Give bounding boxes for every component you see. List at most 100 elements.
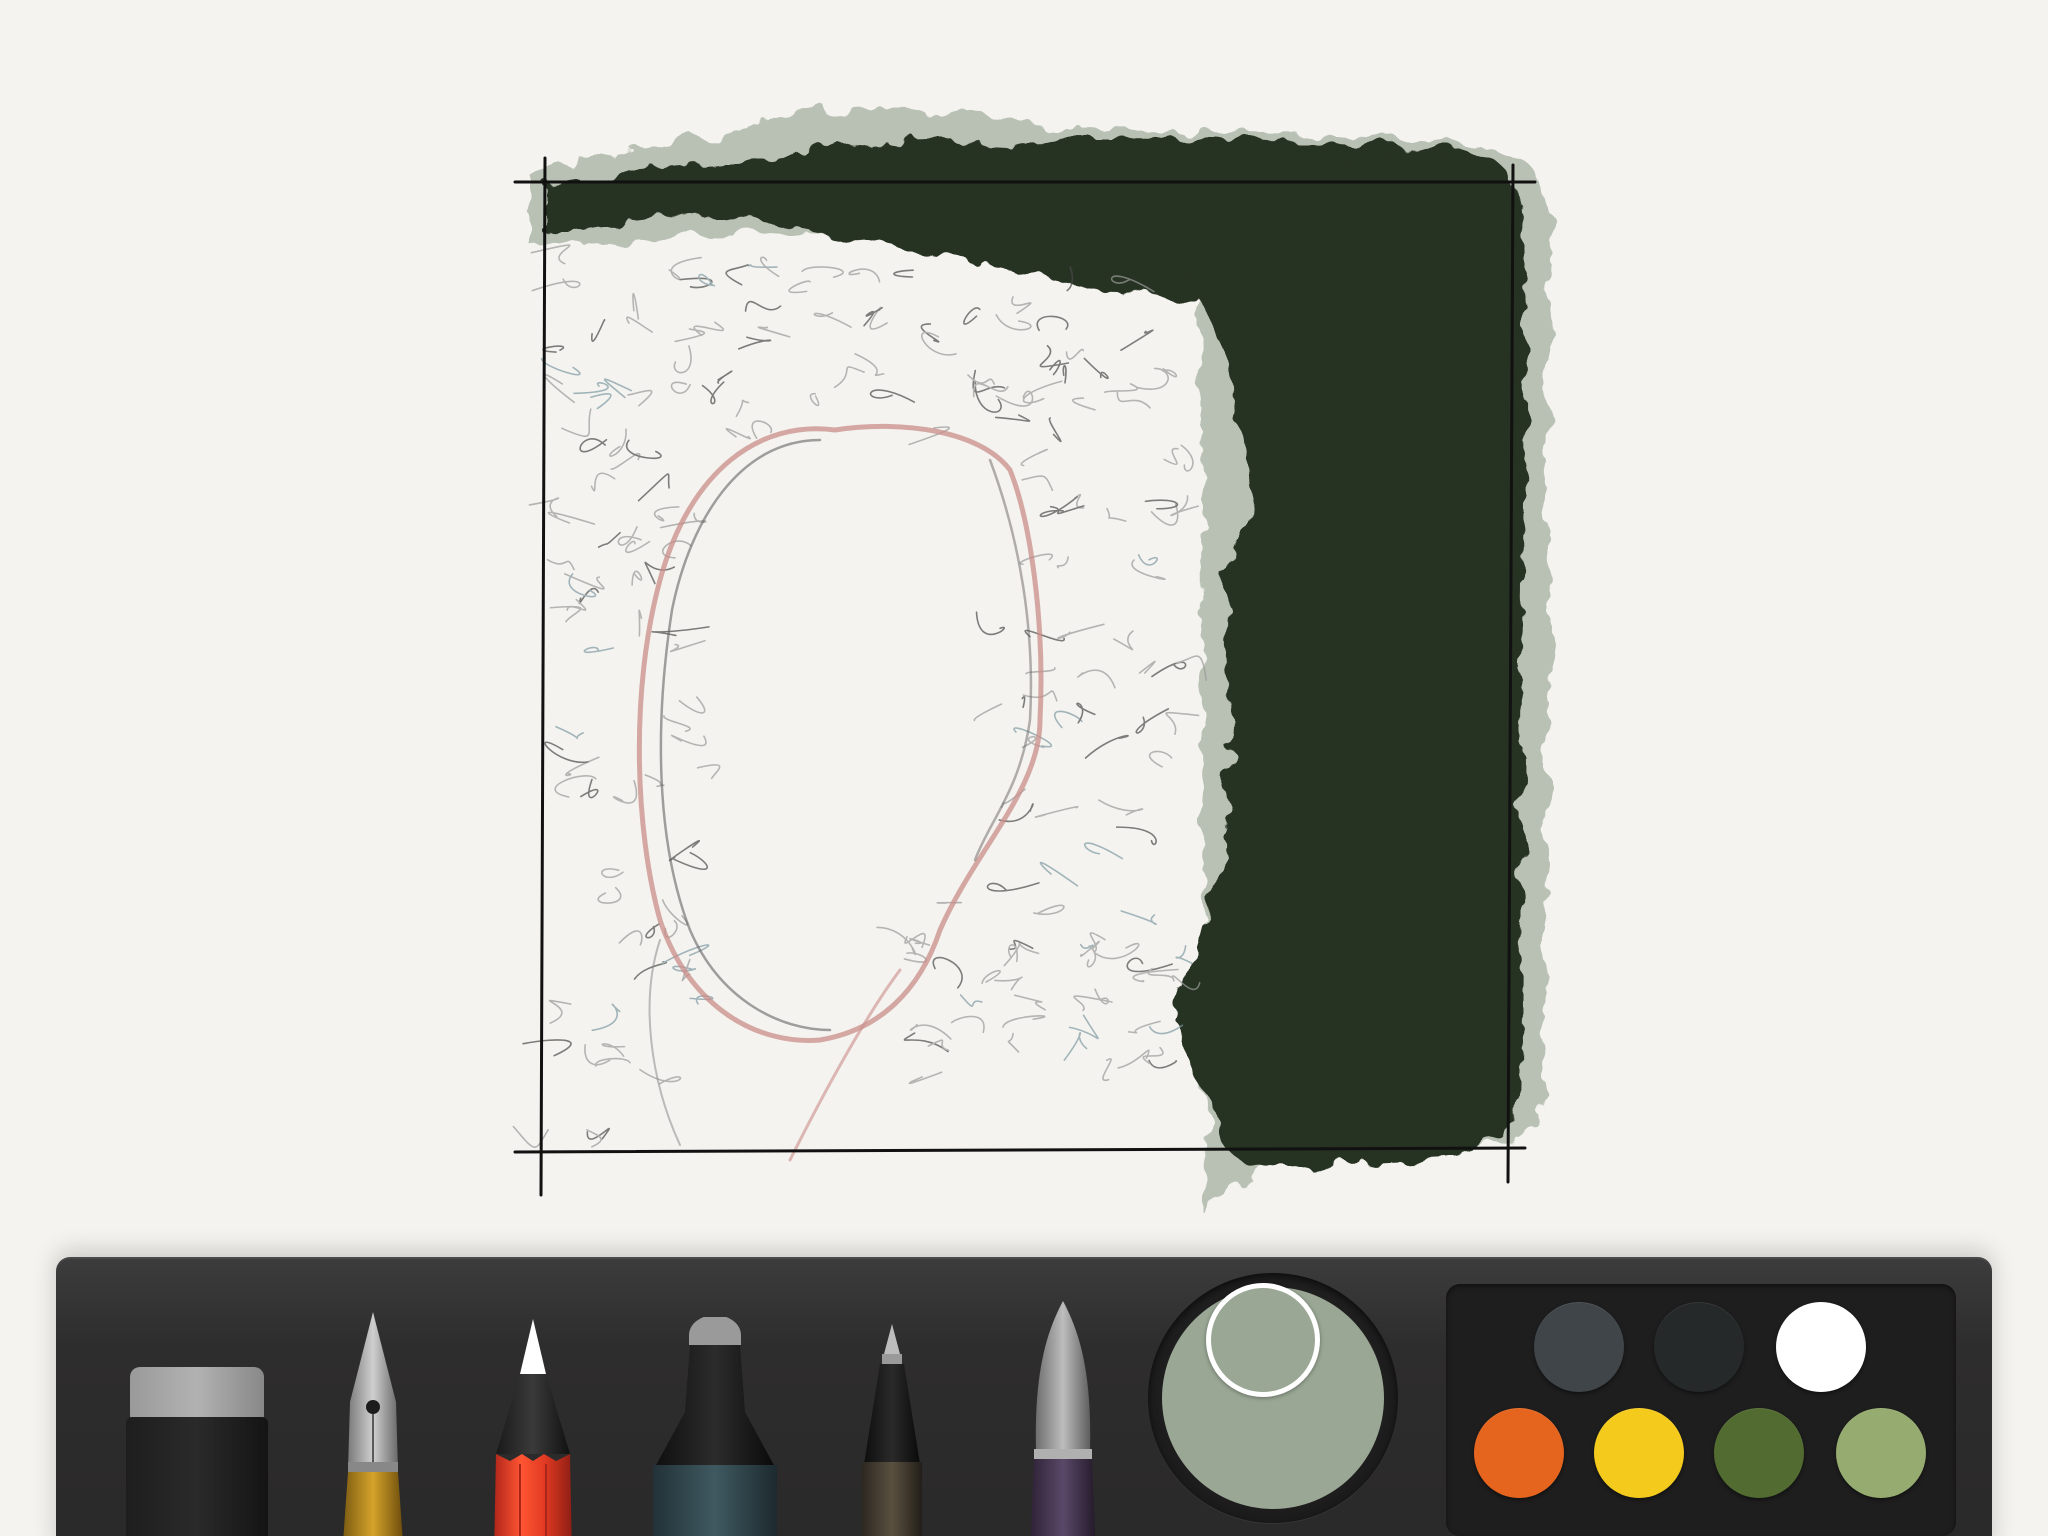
pencil-stroke xyxy=(555,725,584,740)
pencil-stroke xyxy=(995,390,1034,407)
pencil-stroke xyxy=(959,994,983,1007)
fineliner-icon[interactable] xyxy=(850,1324,934,1536)
pencil-stroke xyxy=(1138,660,1156,674)
pencil-stroke xyxy=(725,427,752,440)
pencil-stroke xyxy=(788,280,811,294)
pencil-stroke xyxy=(531,278,581,292)
swatch-charcoal[interactable] xyxy=(1654,1302,1744,1392)
pencil-stroke xyxy=(1142,1046,1164,1065)
pencil-stroke xyxy=(668,839,700,862)
pencil-stroke xyxy=(813,312,852,328)
pencil-stroke xyxy=(909,1023,952,1040)
pencil-stroke xyxy=(663,715,691,733)
pencil-stroke xyxy=(601,868,624,879)
pencil-stroke xyxy=(1135,367,1169,390)
pencil-stroke xyxy=(1019,553,1054,565)
pencil-stroke xyxy=(1083,842,1124,860)
pencil-stroke xyxy=(1175,945,1193,965)
swatch-moss-green[interactable] xyxy=(1714,1408,1804,1498)
sketch-app xyxy=(0,0,2048,1536)
pencil-stroke xyxy=(540,357,581,376)
pencil-stroke xyxy=(1013,994,1046,1011)
pencil-stroke xyxy=(651,626,710,637)
pencil-stroke xyxy=(543,373,576,404)
pencil-stroke xyxy=(869,389,916,403)
pencil-stroke xyxy=(1077,669,1116,689)
pencil-stroke xyxy=(638,609,643,637)
pencil-stroke xyxy=(735,399,750,418)
pencil-stroke xyxy=(1053,710,1083,729)
pencil-stroke xyxy=(972,369,1006,393)
pencil-stroke xyxy=(701,381,725,405)
pencil-stroke xyxy=(1068,1014,1099,1040)
pencil-stroke xyxy=(1049,359,1061,376)
pencil-stroke xyxy=(604,378,633,399)
pencil-stroke xyxy=(639,1068,682,1085)
pencil-stroke xyxy=(591,1003,621,1032)
pencil-stroke xyxy=(725,264,749,286)
pencil-stroke xyxy=(1120,329,1154,352)
fountain-pen-icon[interactable] xyxy=(338,1312,408,1536)
pencil-stroke xyxy=(669,639,706,653)
pencil-icon[interactable] xyxy=(492,1319,574,1536)
pencil-stroke xyxy=(544,741,589,764)
pencil-stroke xyxy=(1034,806,1079,818)
pencil-stroke xyxy=(1011,296,1032,315)
pencil-stroke xyxy=(1039,861,1079,887)
marker-icon[interactable] xyxy=(650,1317,780,1536)
pencil-stroke xyxy=(1083,357,1109,380)
swatch-sage-green[interactable] xyxy=(1836,1408,1926,1498)
pencil-stroke xyxy=(975,611,1006,636)
pencil-stroke xyxy=(994,414,1031,422)
pencil-stroke xyxy=(973,703,1002,722)
pencil-stroke xyxy=(597,531,621,548)
pencil-stroke xyxy=(586,1127,610,1140)
tool-tray xyxy=(56,1257,1992,1536)
pencil-stroke xyxy=(921,331,957,356)
pencil-stroke xyxy=(645,923,660,939)
pencil-stroke xyxy=(1106,507,1127,522)
pencil-stroke xyxy=(908,1071,943,1085)
pencil-stroke xyxy=(893,269,914,278)
pencil-stroke xyxy=(583,646,615,654)
pencil-stroke xyxy=(1057,623,1105,640)
pencil-stroke xyxy=(1115,826,1157,846)
eraser-icon[interactable] xyxy=(126,1357,268,1536)
pencil-stroke xyxy=(1036,315,1069,332)
swatch-white[interactable] xyxy=(1776,1302,1866,1392)
pencil-stroke xyxy=(1135,708,1170,734)
pencil-stroke xyxy=(801,266,844,279)
pencil-stroke xyxy=(1062,364,1067,384)
color-mixer[interactable] xyxy=(1148,1273,1398,1523)
pencil-stroke xyxy=(1048,417,1062,443)
pencil-stroke xyxy=(1076,702,1096,724)
color-palette xyxy=(1446,1284,1956,1536)
pencil-stroke xyxy=(1002,1015,1046,1028)
pencil-stroke xyxy=(698,273,716,287)
pencil-stroke xyxy=(610,452,641,470)
pencil-stroke xyxy=(1093,942,1140,960)
pencil-stroke xyxy=(1072,397,1096,411)
pencil-stroke xyxy=(561,408,592,438)
pencil-stroke xyxy=(566,598,587,611)
pencil-stroke xyxy=(548,999,572,1024)
pencil-stroke xyxy=(1131,559,1166,581)
pencil-stroke xyxy=(1165,711,1200,736)
pencil-stroke xyxy=(1137,554,1158,566)
color-selector-ring[interactable] xyxy=(1206,1283,1320,1397)
pencil-stroke xyxy=(627,389,653,407)
swatch-orange[interactable] xyxy=(1474,1408,1564,1498)
brush-icon[interactable] xyxy=(1022,1301,1104,1536)
pencil-stroke xyxy=(995,314,1032,331)
pencil-stroke xyxy=(671,734,707,747)
swatch-yellow[interactable] xyxy=(1594,1408,1684,1498)
swatch-slate-gray[interactable] xyxy=(1534,1302,1624,1392)
pencil-stroke xyxy=(1007,1032,1020,1053)
pencil-stroke xyxy=(932,957,963,989)
pencil-sketch-layer xyxy=(512,244,1208,1162)
pencil-stroke xyxy=(1098,799,1144,816)
pencil-stroke xyxy=(1148,1059,1177,1069)
pencil-stroke xyxy=(631,570,643,586)
pencil-stroke xyxy=(1020,448,1048,467)
pencil-stroke xyxy=(737,336,772,350)
